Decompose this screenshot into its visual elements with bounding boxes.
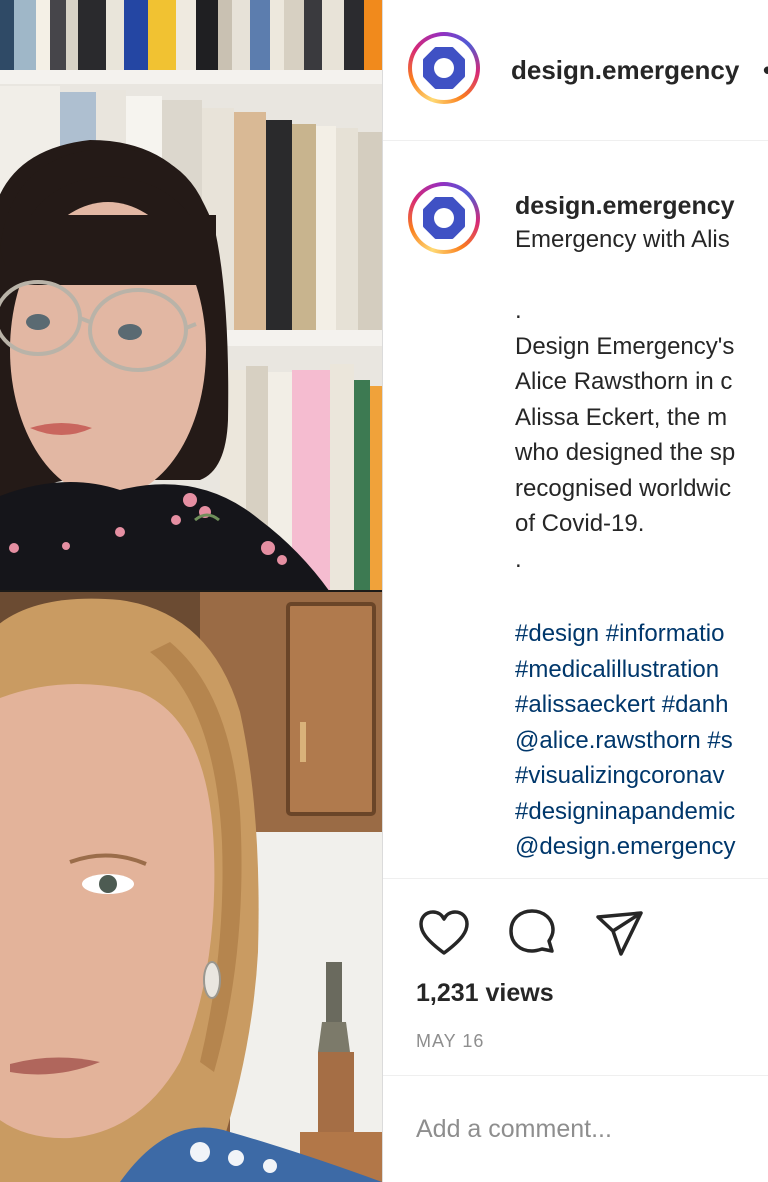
instagram-post-panel: design.emergency • design.emergency Emer… xyxy=(382,0,768,1182)
hashtag-link[interactable]: @alice.rawsthorn #s xyxy=(515,723,768,759)
hashtag-link[interactable]: #alissaeckert #danh xyxy=(515,687,768,723)
caption-author-avatar[interactable] xyxy=(408,182,480,254)
caption-line: recognised worldwic xyxy=(515,474,732,502)
view-count: 1,231 views xyxy=(416,979,554,1007)
speaker-top-illustration xyxy=(0,0,382,592)
heart-icon[interactable] xyxy=(417,907,471,961)
avatar-inner xyxy=(412,36,476,100)
header-username[interactable]: design.emergency xyxy=(511,55,739,86)
caption-hashtags: #design #informatio #medicalillustration… xyxy=(515,616,768,865)
hashtag-link[interactable]: #designinapandemic xyxy=(515,794,768,830)
comment-input[interactable] xyxy=(416,1109,756,1149)
caption-line: who designed the sp xyxy=(515,439,736,466)
caption-line: Design Emergency's xyxy=(515,332,735,360)
caption-line: . xyxy=(515,545,522,573)
video-panel xyxy=(0,0,382,1182)
caption-line: Alice Rawsthorn in c xyxy=(515,368,733,395)
caption-line: Emergency with Alis xyxy=(515,226,730,253)
comment-bubble-icon[interactable] xyxy=(505,907,559,961)
comment-area xyxy=(383,1075,768,1182)
video-frame-bottom xyxy=(0,592,382,1182)
hashtag-link[interactable]: #medicalillustration xyxy=(515,652,768,688)
avatar-inner xyxy=(412,186,476,250)
hashtag-link[interactable]: #visualizingcoronav xyxy=(515,758,768,794)
caption-line: of Covid-19. xyxy=(515,510,645,537)
rounded-octagon-logo-icon xyxy=(419,193,469,243)
speaker-bottom-illustration xyxy=(0,592,382,1182)
caption-line xyxy=(515,258,768,294)
paper-plane-icon[interactable] xyxy=(593,907,647,961)
caption-username[interactable]: design.emergency xyxy=(515,192,735,221)
caption-line: . xyxy=(515,297,522,324)
video-frame-top xyxy=(0,0,382,592)
rounded-octagon-logo-icon xyxy=(419,43,469,93)
mention-link[interactable]: @design.emergency xyxy=(515,829,768,865)
caption-text: Emergency with Alis . Design Emergency's… xyxy=(515,222,768,577)
post-header: design.emergency • xyxy=(383,0,768,141)
caption-line: Alissa Eckert, the m xyxy=(515,403,728,431)
post-actions: 1,231 views MAY 16 xyxy=(383,878,768,1076)
hashtag-link[interactable]: #design #informatio xyxy=(515,616,768,652)
post-date: MAY 16 xyxy=(416,1031,485,1051)
header-separator: • xyxy=(763,55,768,86)
profile-avatar[interactable] xyxy=(408,32,480,104)
